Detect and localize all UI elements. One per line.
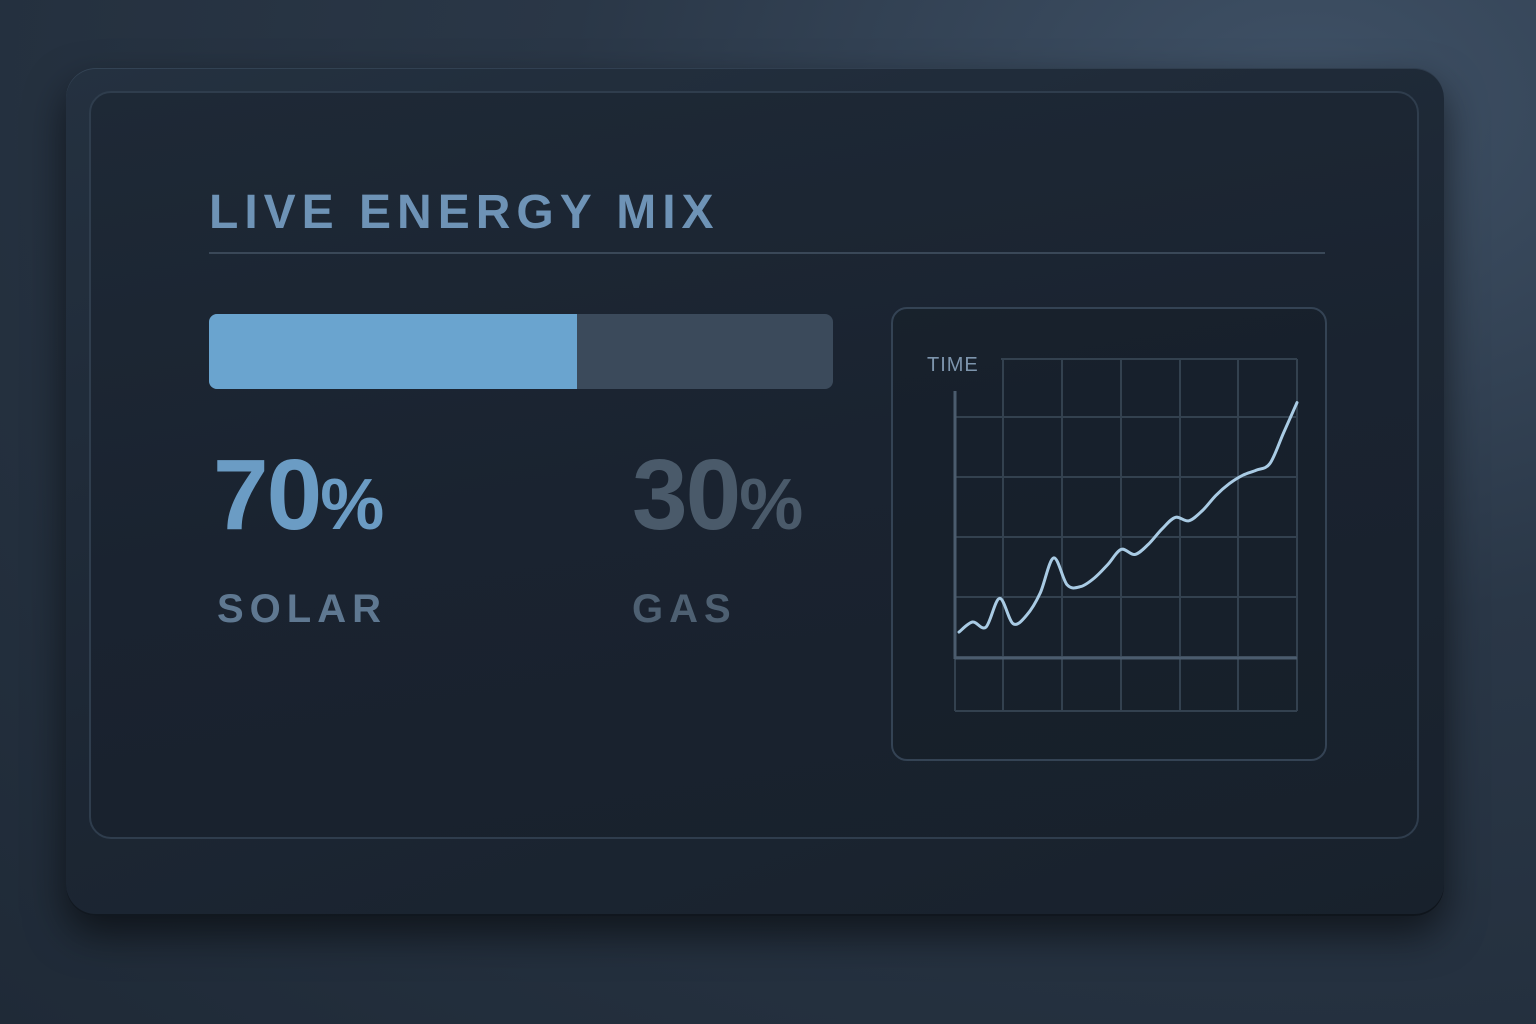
gas-label: GAS bbox=[632, 587, 737, 631]
trend-chart-panel: TIME bbox=[891, 307, 1327, 761]
solar-label: SOLAR bbox=[217, 587, 387, 631]
gas-value: 30 bbox=[632, 439, 741, 551]
solar-percentage: 70% bbox=[213, 445, 387, 545]
trend-chart: TIME bbox=[927, 354, 1299, 712]
solar-stat: 70% SOLAR bbox=[213, 445, 387, 632]
axis-label-time: TIME bbox=[927, 354, 979, 376]
solar-share-fill bbox=[209, 314, 578, 389]
gas-stat: 30% GAS bbox=[632, 445, 803, 632]
title-divider bbox=[209, 252, 1325, 254]
panel-title: LIVE ENERGY MIX bbox=[209, 186, 720, 239]
dashboard-screen: LIVE ENERGY MIX 70% SOLAR 30% GAS TIME bbox=[89, 91, 1419, 839]
display-device: LIVE ENERGY MIX 70% SOLAR 30% GAS TIME bbox=[66, 68, 1444, 916]
energy-mix-bar bbox=[209, 314, 833, 389]
solar-unit: % bbox=[320, 465, 385, 545]
solar-value: 70 bbox=[213, 439, 322, 551]
gas-percentage: 30% bbox=[632, 445, 803, 545]
gas-unit: % bbox=[739, 465, 804, 545]
